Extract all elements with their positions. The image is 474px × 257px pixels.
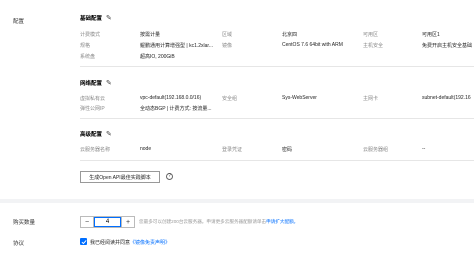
divider [80,66,474,67]
advanced-config-title: 高级配置 ✎ [80,130,112,139]
vpc-value: vpc-default(192.168.0.0/16) [140,95,202,101]
system-disk-value: 超高IO, 200GiB [140,54,175,60]
basic-config-title: 基础配置 ✎ [80,14,112,23]
edit-network-config-icon[interactable]: ✎ [106,80,112,87]
purchase-card: 购买数量 协议 [0,203,474,257]
check-icon [81,239,87,244]
quantity-input[interactable]: 4 [94,217,121,227]
divider [80,118,474,119]
network-config-label: 网络配置 [80,81,103,87]
billing-mode-value: 按需计量 [140,32,161,38]
quantity-stepper: − 4 + [80,216,135,228]
server-group-key: 云服务器组 [363,147,389,153]
login-credential-key: 登录凭证 [222,147,243,153]
system-disk-key: 系统盘 [80,54,96,60]
increment-button[interactable]: + [121,217,134,227]
image-key: 镜像 [222,43,233,49]
vpc-key: 虚拟私有云 [80,96,106,102]
agreement-checkbox[interactable] [80,238,87,245]
network-config-title: 网络配置 ✎ [80,79,112,88]
az-key: 可用区 [363,32,379,38]
primary-nic-value: subnet-default(192.16 [422,95,471,101]
agreement-text: 我已经阅读并同意《镜像免责声明》 [90,239,170,246]
region-key: 区域 [222,32,233,38]
flavor-value: 鲲鹏通用计算增强型 | kc1.2xlar... [140,43,213,49]
decrement-button[interactable]: − [81,217,94,227]
image-value: CentOS 7.6 64bit with ARM [282,42,343,48]
advanced-config-label: 高级配置 [80,132,103,138]
quota-hint-text: 您最多可以创建200台云服务器。申请更多云服务器配额请单击 [139,219,267,224]
image-disclaimer-link[interactable]: 《镜像免责声明》 [130,240,170,246]
agreement-prefix: 我已经阅读并同意 [90,240,131,246]
agreement-label: 协议 [13,241,25,247]
flavor-key: 规格 [80,43,91,49]
host-security-value: 免费开启主机安全基础 [422,43,473,49]
edit-basic-config-icon[interactable]: ✎ [106,15,112,22]
security-group-key: 安全组 [222,96,238,102]
request-quota-link[interactable]: 申请扩大配额。 [266,219,298,224]
quota-hint: 您最多可以创建200台云服务器。申请更多云服务器配额请单击申请扩大配额。 [139,219,298,225]
help-icon[interactable]: ? [166,173,173,180]
server-name-value: node [140,146,152,152]
edit-advanced-config-icon[interactable]: ✎ [106,131,112,138]
host-security-key: 主机安全 [363,43,384,49]
basic-config-label: 基础配置 [80,16,103,22]
security-group-value: Sys-WebServer [282,95,317,101]
config-summary-card: 配置 基础配置 ✎ 计费模式 按需计量 区域 北京四 可用区 可用区1 规格 鲲… [0,0,474,199]
purchase-quantity-label: 购买数量 [13,220,36,226]
login-credential-value: 密码 [282,147,293,153]
config-section-label: 配置 [13,19,25,25]
eip-value: 全动态BGP | 计费方式: 按流量... [140,106,212,112]
divider [80,160,474,161]
generate-openapi-script-button[interactable]: 生成Open API最佳实践脚本 [80,171,160,183]
billing-mode-key: 计费模式 [80,32,101,38]
server-name-key: 云服务器名称 [80,147,111,153]
primary-nic-key: 主网卡 [363,96,379,102]
az-value: 可用区1 [422,32,440,38]
eip-key: 弹性公网IP [80,106,105,112]
server-group-value: -- [422,146,426,152]
region-value: 北京四 [282,32,298,38]
